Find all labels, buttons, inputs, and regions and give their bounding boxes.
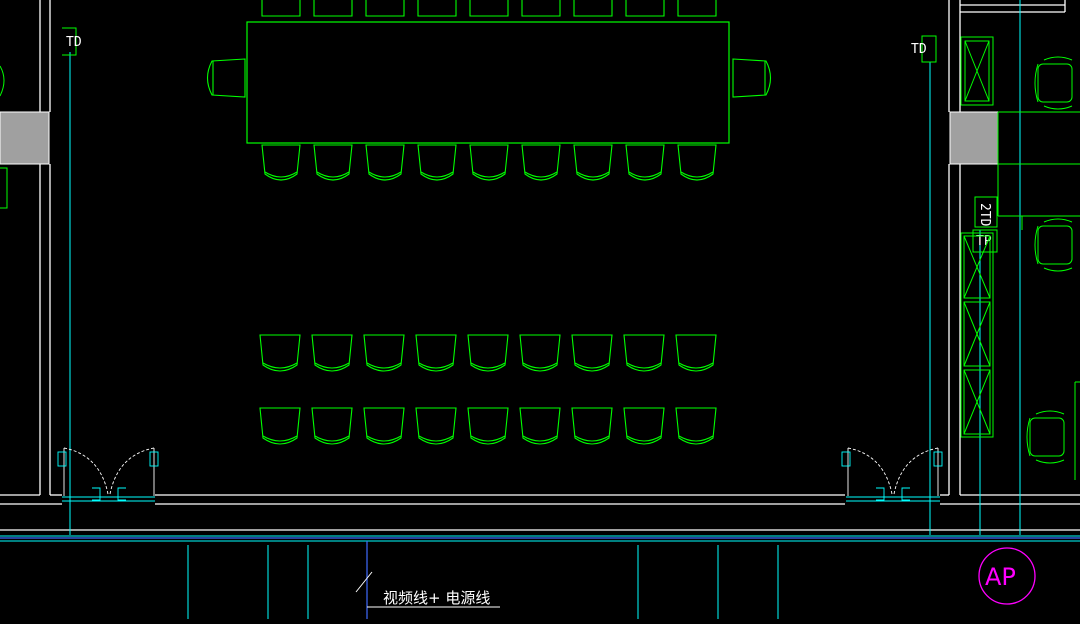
door-right [841,447,943,502]
ap-symbol: AP [978,547,1036,605]
td-symbol-vertical: 2TD [974,196,998,228]
cad-floor-plan: TD TD 2TD TP 视频线+ 电源线 AP [0,0,1080,619]
td-label-left: TD [66,35,82,50]
chair-end-right [732,58,772,98]
ap-label: AP [985,563,1016,591]
chair-row-audience-1 [259,334,717,372]
td-label-right: TD [911,42,927,57]
td-symbol-left: TD [62,27,82,56]
office-chair-3 [1026,410,1065,464]
axis-lines [0,0,1080,619]
door-left [57,447,159,502]
td-symbol-right: TD [911,35,937,63]
td-label-vertical: 2TD [977,203,992,227]
cable-annotation: 视频线+ 电源线 [355,571,500,608]
chair-row-audience-2 [259,407,717,445]
chair-end-left [206,58,246,98]
office-partitions [997,111,1080,230]
chair-row-top [261,0,717,17]
cable-run [0,537,1080,619]
cabinet-stack [960,232,994,438]
walls [0,0,1080,531]
office-chair-2 [1034,218,1073,272]
chair-row-table-bottom [261,144,717,181]
conference-table [246,21,730,144]
office-desk-edge [1074,381,1080,480]
wall-column-right [949,111,999,165]
plan-canvas: TD TD 2TD TP 视频线+ 电源线 AP [0,0,1080,619]
wall-column-left [0,111,50,165]
cabinet-top [960,36,994,106]
cable-note-label: 视频线+ 电源线 [383,589,490,607]
office-chair-1 [1034,56,1073,110]
